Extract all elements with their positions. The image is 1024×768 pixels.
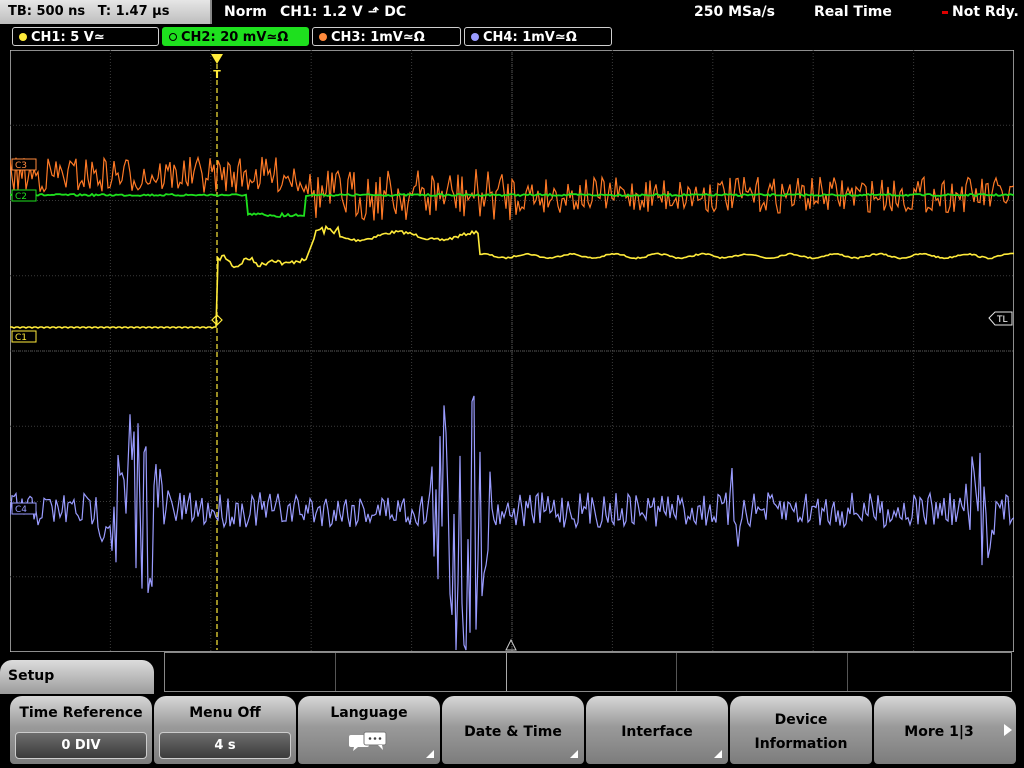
channel-3-tab[interactable]: CH3: 1mV≃Ω (312, 27, 461, 46)
more-softkey[interactable]: More 1|3 (874, 696, 1016, 764)
interface-softkey[interactable]: Interface (586, 696, 728, 764)
timebase-value: TB: 500 ns (8, 4, 86, 19)
channel-2-tab[interactable]: CH2: 20 mV≃Ω (162, 27, 309, 46)
language-label: Language (330, 705, 408, 721)
setup-menu-tab[interactable]: Setup (0, 660, 154, 694)
channel-3-marker[interactable]: C3 (11, 158, 37, 171)
submenu-corner-icon (426, 750, 434, 758)
channel-4-dot-icon (471, 33, 479, 41)
softkey-bar: Time Reference 0 DIV Menu Off 4 s Langua… (0, 694, 1024, 768)
channel-2-dot-icon (169, 33, 177, 41)
device-information-softkey[interactable]: Device Information (730, 696, 872, 764)
overview-divider (676, 653, 677, 691)
more-label: More 1|3 (904, 724, 974, 740)
channel-3-label: CH3: 1mV≃Ω (331, 30, 425, 45)
date-time-softkey[interactable]: Date & Time (442, 696, 584, 764)
submenu-corner-icon (714, 750, 722, 758)
time-reference-label: Time Reference (19, 705, 143, 721)
acquisition-status: Not Rdy. (942, 0, 1019, 24)
next-page-arrow-icon (1004, 724, 1012, 736)
waveform-display[interactable]: T C3 C2 C1 C4 TL (10, 50, 1014, 652)
speech-bubbles-icon (349, 731, 387, 751)
menu-off-softkey[interactable]: Menu Off 4 s (154, 696, 296, 764)
channel-2-marker-label: C2 (15, 192, 27, 202)
timebase-box[interactable]: TB: 500 ns T: 1.47 µs (0, 0, 212, 24)
overview-divider (335, 653, 336, 691)
channel-3-marker-label: C3 (15, 161, 27, 171)
device-information-label-line2: Information (754, 736, 848, 752)
language-softkey[interactable]: Language (298, 696, 440, 764)
trigger-level-label: TL (996, 315, 1008, 325)
acquisition-mode[interactable]: Real Time (814, 0, 892, 24)
channel-1-marker-label: C1 (15, 333, 27, 343)
trigger-source[interactable]: CH1: 1.2 V ⬏ DC (280, 0, 406, 24)
menu-off-value: 4 s (159, 732, 291, 759)
channel-1-label: CH1: 5 V≃ (31, 30, 105, 45)
channel-4-marker[interactable]: C4 (11, 502, 37, 515)
time-reference-value: 0 DIV (15, 732, 147, 759)
trigger-time-value: T: 1.47 µs (97, 4, 170, 19)
channel-2-label: CH2: 20 mV≃Ω (181, 30, 289, 45)
channel-4-label: CH4: 1mV≃Ω (483, 30, 577, 45)
interface-label: Interface (621, 724, 693, 740)
channel-3-dot-icon (319, 33, 327, 41)
channel-tabs: CH1: 5 V≃ CH2: 20 mV≃Ω CH3: 1mV≃Ω CH4: 1… (0, 26, 1024, 48)
overview-center-line (506, 653, 507, 691)
device-information-label-line1: Device (774, 712, 828, 728)
channel-1-tab[interactable]: CH1: 5 V≃ (12, 27, 159, 46)
submenu-corner-icon (570, 750, 578, 758)
channel-1-dot-icon (19, 33, 27, 41)
date-time-label: Date & Time (464, 724, 562, 740)
channel-4-marker-label: C4 (15, 505, 27, 515)
channel-4-tab[interactable]: CH4: 1mV≃Ω (464, 27, 612, 46)
setup-menu-title: Setup (8, 668, 55, 684)
trigger-flag-label: T (213, 68, 221, 81)
time-reference-softkey[interactable]: Time Reference 0 DIV (10, 696, 152, 764)
menu-off-label: Menu Off (189, 705, 261, 721)
status-bar: TB: 500 ns T: 1.47 µs Norm CH1: 1.2 V ⬏ … (0, 0, 1024, 24)
overview-divider (847, 653, 848, 691)
channel-2-marker[interactable]: C2 (11, 189, 37, 202)
sample-rate: 250 MSa/s (694, 4, 776, 20)
record-overview-strip (164, 652, 1012, 692)
channel-1-marker[interactable]: C1 (11, 330, 37, 343)
trigger-mode[interactable]: Norm (224, 0, 267, 24)
